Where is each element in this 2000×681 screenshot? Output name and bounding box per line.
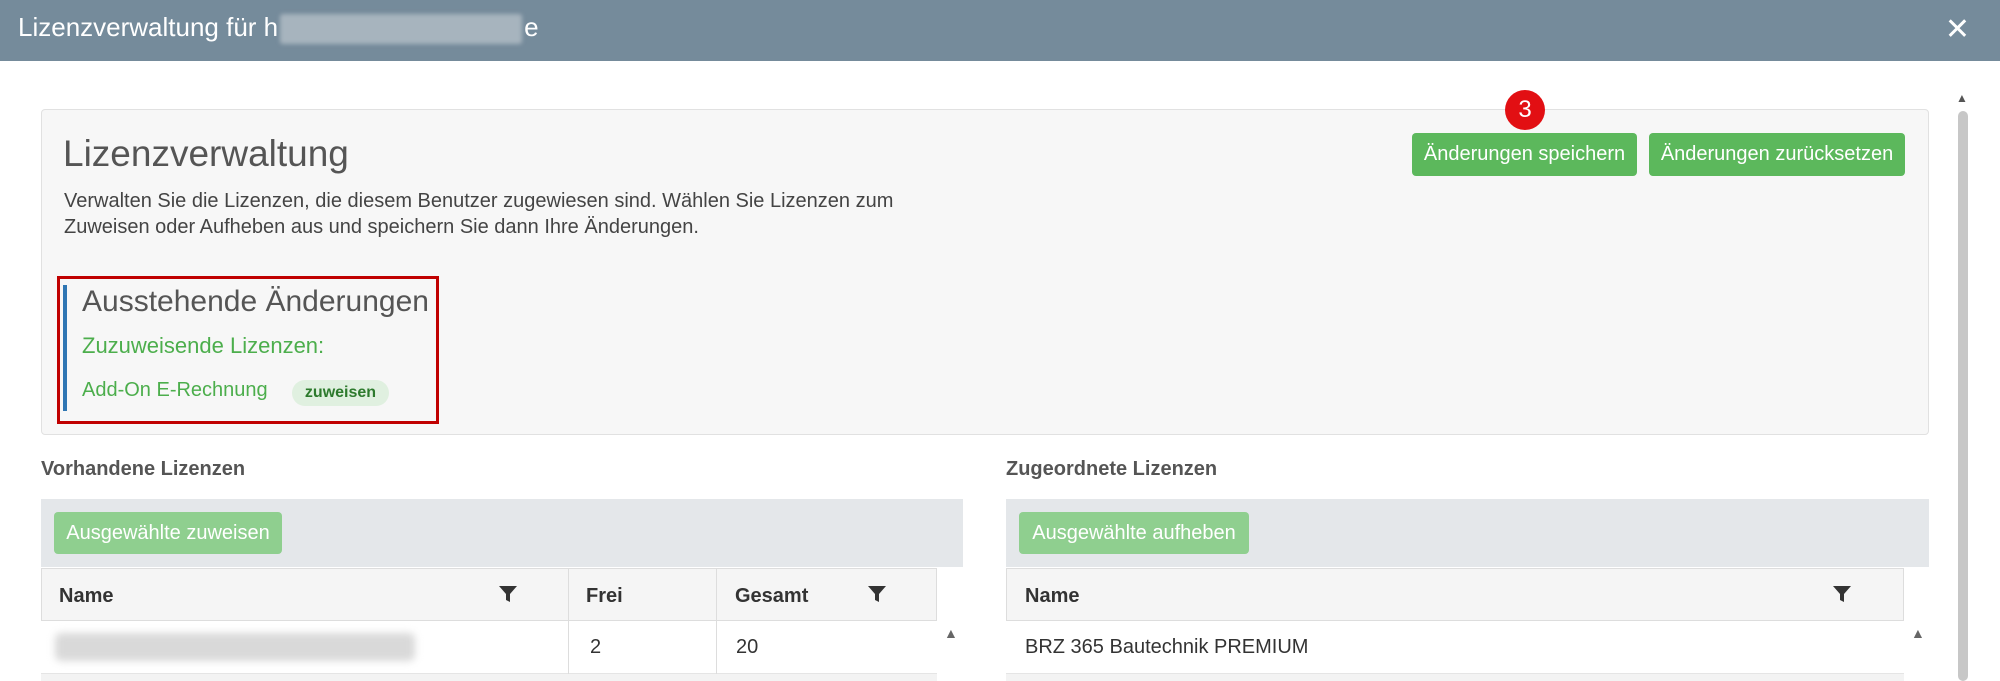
step-number-badge: 3 — [1505, 90, 1545, 130]
scroll-up-icon[interactable]: ▲ — [1911, 625, 1925, 641]
assigned-license-name-cell: BRZ 365 Bautechnik PREMIUM — [1025, 636, 1309, 658]
scroll-up-icon[interactable]: ▲ — [944, 625, 958, 641]
reset-changes-button[interactable]: Änderungen zurücksetzen — [1649, 133, 1905, 176]
available-licenses-title: Vorhandene Lizenzen — [41, 458, 246, 480]
table-row[interactable] — [1006, 674, 1904, 681]
redacted-username — [280, 14, 523, 45]
dialog-scrollbar[interactable]: ▲ — [1956, 91, 1968, 681]
column-divider — [568, 621, 569, 681]
assign-selected-button[interactable]: Ausgewählte zuweisen — [54, 512, 282, 554]
pending-changes-title: Ausstehende Änderungen — [82, 285, 429, 318]
total-count-cell: 20 — [736, 636, 759, 658]
scroll-up-icon[interactable]: ▲ — [1956, 91, 1968, 105]
assigned-licenses-title: Zugeordnete Lizenzen — [1006, 458, 1218, 480]
column-header-total[interactable]: Gesamt — [735, 585, 808, 608]
page-title: Lizenzverwaltung — [63, 133, 349, 174]
assigned-table-header — [1006, 568, 1904, 621]
redacted-license-name — [55, 633, 415, 661]
assign-status-badge: zuweisen — [292, 380, 389, 406]
dialog-title-prefix: Lizenzverwaltung für h — [18, 12, 279, 42]
column-header-name[interactable]: Name — [59, 585, 113, 608]
unassign-selected-button[interactable]: Ausgewählte aufheben — [1019, 512, 1249, 554]
save-changes-button[interactable]: Änderungen speichern — [1412, 133, 1637, 176]
page-description: Verwalten Sie die Lizenzen, die diesem B… — [64, 190, 894, 238]
dialog-titlebar: Lizenzverwaltung für h e ✕ — [0, 0, 2000, 61]
pending-assign-subtitle: Zuzuweisende Lizenzen: — [82, 333, 325, 358]
total-filter-icon[interactable] — [866, 583, 888, 605]
free-count-cell: 2 — [590, 636, 602, 658]
column-header-name[interactable]: Name — [1025, 585, 1079, 608]
scrollbar-thumb[interactable] — [1958, 111, 1968, 681]
pending-license-item: Add-On E-Rechnung — [82, 379, 268, 401]
column-divider — [716, 621, 717, 681]
dialog-title-suffix: e — [524, 12, 539, 42]
table-row[interactable] — [41, 674, 937, 681]
name-filter-icon[interactable] — [1831, 583, 1853, 605]
column-header-free[interactable]: Frei — [586, 585, 623, 608]
dialog-title: Lizenzverwaltung für h e — [18, 12, 539, 45]
name-filter-icon[interactable] — [497, 583, 519, 605]
pending-changes-accent-bar — [63, 285, 67, 411]
close-icon[interactable]: ✕ — [1945, 12, 1970, 47]
